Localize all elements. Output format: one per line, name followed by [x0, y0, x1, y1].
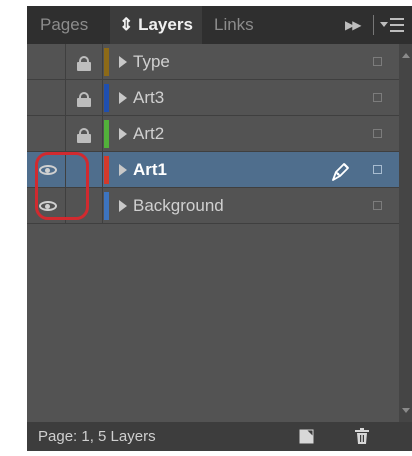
scroll-up-arrow-icon[interactable]	[402, 53, 410, 58]
pen-icon	[332, 163, 349, 181]
callout-highlight-circle	[35, 152, 89, 220]
layers-panel: Pages ⇕ Layers Links ▶▶ Type Art3 Art2 A…	[27, 6, 412, 451]
vertical-scrollbar[interactable]	[399, 44, 412, 422]
tab-layers-arrows-icon: ⇕	[119, 15, 134, 34]
selection-target-box[interactable]	[373, 201, 382, 210]
lock-icon	[77, 128, 91, 143]
layer-color-swatch	[104, 84, 109, 112]
layer-row-art3[interactable]: Art3	[27, 80, 399, 116]
layer-name: Art3	[133, 88, 165, 107]
layer-row-type[interactable]: Type	[27, 44, 399, 80]
layer-color-swatch	[104, 156, 109, 184]
visibility-toggle[interactable]	[27, 80, 66, 115]
expand-triangle-icon[interactable]	[119, 92, 127, 104]
layer-color-swatch	[104, 120, 109, 148]
fast-forward-icon[interactable]: ▶▶	[345, 18, 362, 32]
panel-footer: Page: 1, 5 Layers	[27, 422, 412, 451]
status-text: Page: 1, 5 Layers	[38, 428, 156, 445]
expand-triangle-icon[interactable]	[119, 200, 127, 212]
layer-color-swatch	[104, 192, 109, 220]
layer-name: Art1	[133, 160, 168, 179]
selection-target-box[interactable]	[373, 57, 382, 66]
visibility-toggle[interactable]	[27, 44, 66, 79]
layer-name: Background	[133, 196, 224, 215]
selection-target-box[interactable]	[373, 93, 382, 102]
tab-bar: Pages ⇕ Layers Links ▶▶	[27, 6, 412, 44]
lock-icon	[77, 92, 91, 107]
visibility-toggle[interactable]	[27, 116, 66, 151]
tab-pages[interactable]: Pages	[40, 6, 88, 44]
lock-icon	[77, 56, 91, 71]
tab-divider	[373, 15, 374, 35]
layer-name: Art2	[133, 124, 165, 143]
scroll-down-arrow-icon[interactable]	[402, 408, 410, 413]
selection-target-box[interactable]	[373, 129, 382, 138]
expand-triangle-icon[interactable]	[119, 56, 127, 68]
expand-triangle-icon[interactable]	[119, 128, 127, 140]
tab-layers[interactable]: ⇕ Layers	[110, 6, 202, 44]
panel-menu-icon[interactable]	[380, 16, 406, 34]
tab-layers-label: Layers	[138, 15, 193, 34]
layer-color-swatch	[104, 48, 109, 76]
trash-icon[interactable]	[354, 427, 370, 445]
expand-triangle-icon[interactable]	[119, 164, 127, 176]
new-layer-icon[interactable]	[298, 427, 316, 445]
tab-links[interactable]: Links	[214, 6, 254, 44]
layer-name: Type	[133, 52, 170, 71]
layer-row-art2[interactable]: Art2	[27, 116, 399, 152]
selection-target-box[interactable]	[373, 165, 382, 174]
